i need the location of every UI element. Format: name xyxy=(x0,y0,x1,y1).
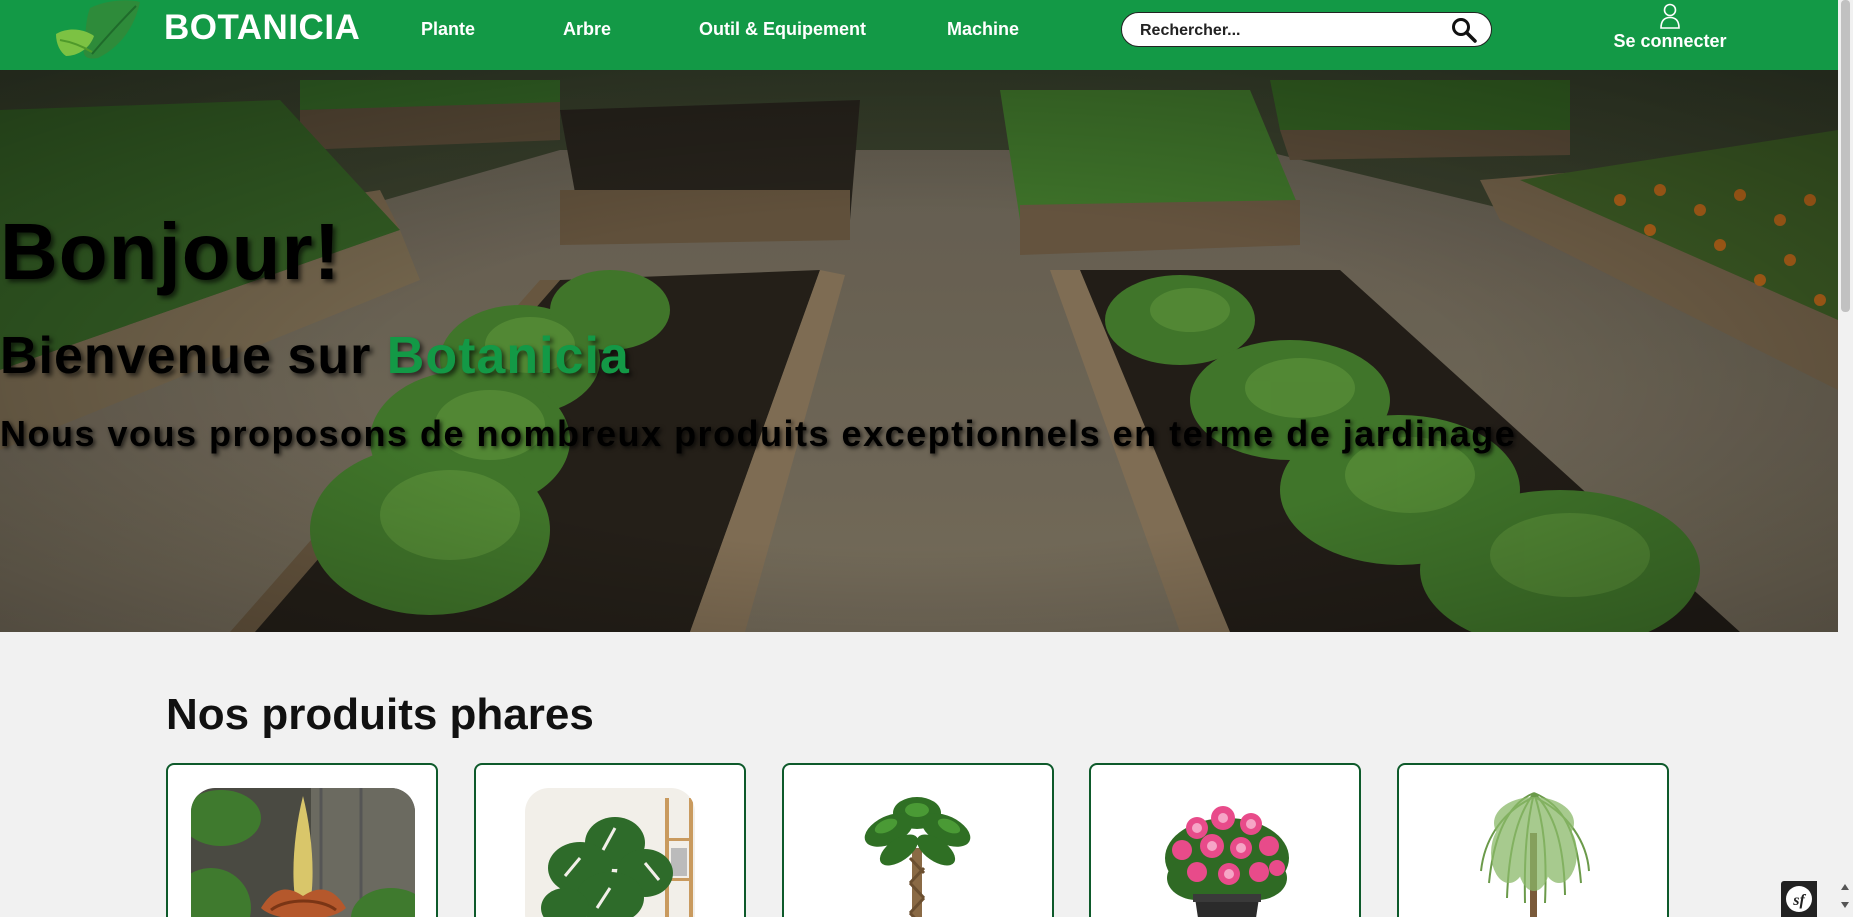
product-card[interactable] xyxy=(1397,763,1669,917)
search-bar xyxy=(1121,12,1492,47)
scroll-down-arrow[interactable] xyxy=(1841,902,1849,908)
nav-outil-equipement[interactable]: Outil & Equipement xyxy=(699,19,866,40)
logo-link[interactable]: BOTANICIA xyxy=(52,0,360,62)
page-scrollbar[interactable] xyxy=(1838,0,1853,917)
page: BOTANICIA Plante Arbre Outil & Equipemen… xyxy=(0,0,1853,917)
product-card[interactable] xyxy=(1089,763,1361,917)
hero-title: Bonjour! xyxy=(0,207,342,296)
search-input[interactable] xyxy=(1138,19,1442,43)
hero-banner: Bonjour! Bienvenue sur Botanicia Nous vo… xyxy=(0,70,1838,632)
section-title-featured-products: Nos produits phares xyxy=(166,690,594,739)
nav-plante[interactable]: Plante xyxy=(421,19,475,40)
login-label: Se connecter xyxy=(1613,31,1727,51)
product-image-pink-rose-bush xyxy=(1165,806,1289,917)
product-image-weeping-willow-tree xyxy=(1480,792,1590,917)
symfony-icon: sf xyxy=(1786,886,1812,912)
search-icon[interactable] xyxy=(1451,17,1477,43)
hero-description: Nous vous proposons de nombreux produits… xyxy=(0,413,1517,454)
hero-subtitle-brand: Botanicia xyxy=(386,327,630,385)
hero-subtitle: Bienvenue sur Botanicia xyxy=(0,326,1838,386)
symfony-toolbar-toggle[interactable]: sf xyxy=(1781,881,1817,917)
login-button[interactable]: Se connecter xyxy=(1610,2,1730,52)
product-card[interactable] xyxy=(474,763,746,917)
leaf-logo-icon xyxy=(56,0,140,59)
product-image-money-tree xyxy=(864,797,971,917)
navbar: BOTANICIA Plante Arbre Outil & Equipemen… xyxy=(0,0,1838,70)
nav-machine[interactable]: Machine xyxy=(947,19,1019,40)
product-image-monstera-plant xyxy=(525,788,695,917)
scroll-up-arrow[interactable] xyxy=(1841,884,1849,890)
logo-text: BOTANICIA xyxy=(164,8,361,47)
hero-subtitle-prefix: Bienvenue sur xyxy=(0,327,387,385)
product-card[interactable] xyxy=(782,763,1054,917)
svg-text:sf: sf xyxy=(1792,892,1806,909)
nav-arbre[interactable]: Arbre xyxy=(563,19,611,40)
product-card[interactable] xyxy=(166,763,438,917)
product-image-titan-arum-plant xyxy=(191,788,415,917)
scrollbar-thumb[interactable] xyxy=(1841,0,1850,312)
user-icon xyxy=(1660,3,1680,29)
